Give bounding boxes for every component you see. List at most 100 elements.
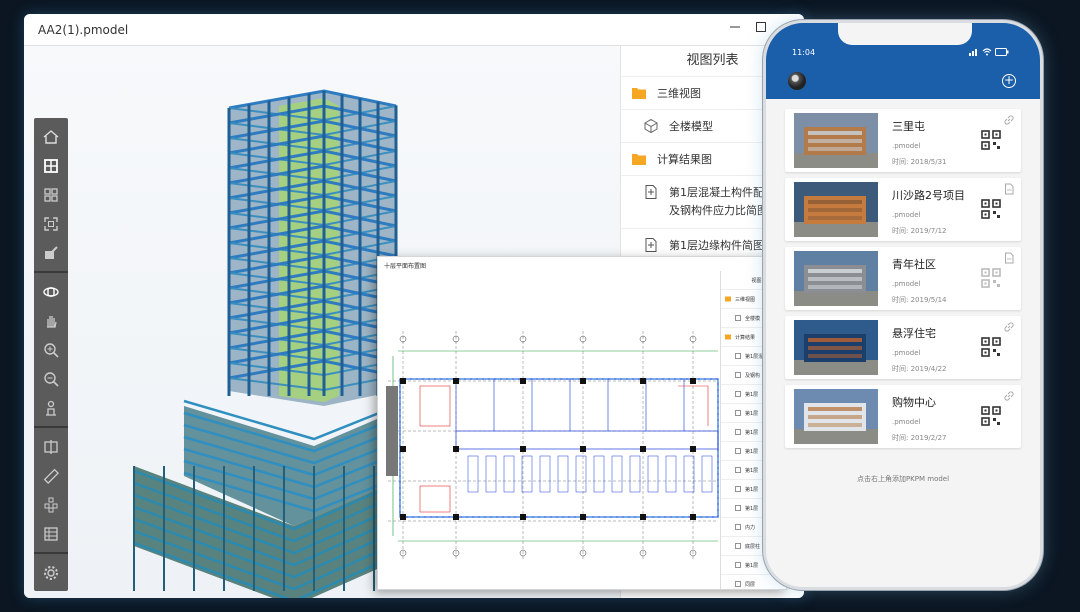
phone-notch <box>838 23 972 45</box>
project-card[interactable]: 购物中心 .pmodel 时间: 2019/2/27 <box>785 385 1021 448</box>
document-icon <box>735 543 741 549</box>
drawing-list-label: 第1层 <box>745 429 759 436</box>
folder-icon <box>725 334 731 340</box>
view-item-label: 第1层边缘构件简图 <box>669 239 764 252</box>
document-icon <box>735 353 741 359</box>
document-icon <box>735 562 741 568</box>
drawing-list-label: 视图 <box>751 277 762 284</box>
qr-code-icon[interactable] <box>981 199 1001 219</box>
outer-wall <box>399 378 719 518</box>
project-extension: .pmodel <box>892 349 921 357</box>
folder-icon <box>632 88 646 99</box>
document-icon <box>735 448 741 454</box>
project-card[interactable]: 青年社区 .pmodel 时间: 2019/5/14 <box>785 247 1021 310</box>
project-card[interactable]: 川沙路2号项目 .pmodel 时间: 2019/7/12 <box>785 178 1021 241</box>
drawing-list-label: 三维视图 <box>735 296 756 303</box>
project-date: 时间: 2019/5/14 <box>892 296 947 304</box>
project-date: 时间: 2019/2/27 <box>892 434 947 442</box>
drawing-list-label: 底层柱 <box>745 543 761 550</box>
add-model-hint: 点击右上角添加PKPM model <box>856 475 950 483</box>
floor-plan-window[interactable]: 十层平面布置图 视图 三维视图 全楼模 计算结果 第1层混 及钢构 第1层 第1层 第1层 第1层… <box>377 256 787 590</box>
wifi-icon <box>982 48 992 56</box>
document-icon <box>735 315 741 321</box>
stair-block <box>386 386 398 476</box>
stair-room <box>419 385 451 427</box>
project-date: 时间: 2019/4/22 <box>892 365 947 373</box>
project-date: 时间: 2019/7/12 <box>892 227 947 235</box>
project-name: 三里屯 <box>892 120 925 133</box>
person-icon[interactable] <box>34 393 68 422</box>
project-thumbnail <box>794 320 878 375</box>
qr-code-icon[interactable] <box>981 337 1001 357</box>
view-item-label: 计算结果图 <box>657 153 712 166</box>
qr-code-icon[interactable] <box>981 130 1001 150</box>
zoom-out-icon[interactable] <box>34 364 68 393</box>
drawing-list-label: 全楼模 <box>745 315 761 322</box>
qr-code-icon[interactable] <box>981 268 1001 288</box>
window-title: AA2(1).pmodel <box>38 23 129 37</box>
measure-icon[interactable] <box>34 461 68 490</box>
corridor <box>455 430 719 450</box>
zoom-in-icon[interactable] <box>34 335 68 364</box>
properties-icon[interactable] <box>34 519 68 548</box>
status-time: 11:04 <box>792 48 816 57</box>
layers-icon[interactable] <box>34 490 68 519</box>
link-icon[interactable] <box>1003 114 1015 126</box>
project-thumbnail <box>794 113 878 168</box>
drawing-list-label: 第1层 <box>745 448 759 455</box>
file-icon[interactable] <box>1003 183 1015 195</box>
project-extension: .pmodel <box>892 280 921 288</box>
phone-mockup: 11:04 + 三里屯 .pmodel 时间: 2018/5/31 川沙路2号项目 .p… <box>763 20 1043 590</box>
document-icon <box>735 486 741 492</box>
home-icon[interactable] <box>34 122 68 151</box>
project-card[interactable]: 三里屯 .pmodel 时间: 2018/5/31 <box>785 109 1021 172</box>
floor-plan-drawing <box>386 331 719 561</box>
add-model-button[interactable]: + <box>1002 74 1016 88</box>
equipment-room <box>419 485 451 513</box>
document-icon <box>735 581 741 587</box>
project-name: 川沙路2号项目 <box>892 189 965 202</box>
project-card[interactable]: 悬浮住宅 .pmodel 时间: 2019/4/22 <box>785 316 1021 379</box>
folder-icon <box>632 154 646 165</box>
minimize-icon[interactable] <box>724 19 746 41</box>
view-item-label: 全楼模型 <box>669 120 713 133</box>
signal-icon <box>969 49 977 56</box>
project-extension: .pmodel <box>892 418 921 426</box>
drawing-list-label: 及钢构 <box>745 372 761 379</box>
drawing-list-label: 计算结果 <box>735 334 756 341</box>
drawing-list-label: 第1层 <box>745 467 759 474</box>
view-toolbar <box>34 118 68 591</box>
project-name: 悬浮住宅 <box>892 327 936 340</box>
user-avatar[interactable] <box>788 72 806 90</box>
project-thumbnail <box>794 182 878 237</box>
link-icon[interactable] <box>1003 321 1015 333</box>
fit-icon[interactable] <box>34 209 68 238</box>
pan-hand-icon[interactable] <box>34 306 68 335</box>
title-bar: AA2(1).pmodel <box>24 14 804 46</box>
view-item-label-line2: 及钢构件应力比简图 <box>669 204 768 217</box>
drawing-list-label: 第1层混 <box>745 353 764 360</box>
document-icon <box>735 410 741 416</box>
file-icon[interactable] <box>1003 252 1015 264</box>
view-item-label-line1: 第1层混凝土构件配筋 <box>669 186 775 199</box>
settings-icon[interactable] <box>34 558 68 587</box>
cube-icon[interactable] <box>34 151 68 180</box>
drawing-list-label: 同层 <box>745 581 756 588</box>
drawing-list-label: 第1层 <box>745 562 759 569</box>
link-icon[interactable] <box>1003 390 1015 402</box>
drawing-list-label: 内力 <box>745 524 756 531</box>
project-name: 购物中心 <box>892 396 936 409</box>
document-icon <box>645 238 657 252</box>
document-icon <box>735 467 741 473</box>
drawing-list-label: 第1层 <box>745 486 759 493</box>
section-icon[interactable] <box>34 432 68 461</box>
grid-icon[interactable] <box>34 180 68 209</box>
rotate-icon[interactable] <box>34 277 68 306</box>
document-icon <box>645 185 657 199</box>
edit-icon[interactable] <box>34 238 68 267</box>
folder-icon <box>725 296 731 302</box>
document-icon <box>735 429 741 435</box>
battery-icon <box>995 48 1009 56</box>
cube-outline-icon <box>644 118 658 134</box>
qr-code-icon[interactable] <box>981 406 1001 426</box>
